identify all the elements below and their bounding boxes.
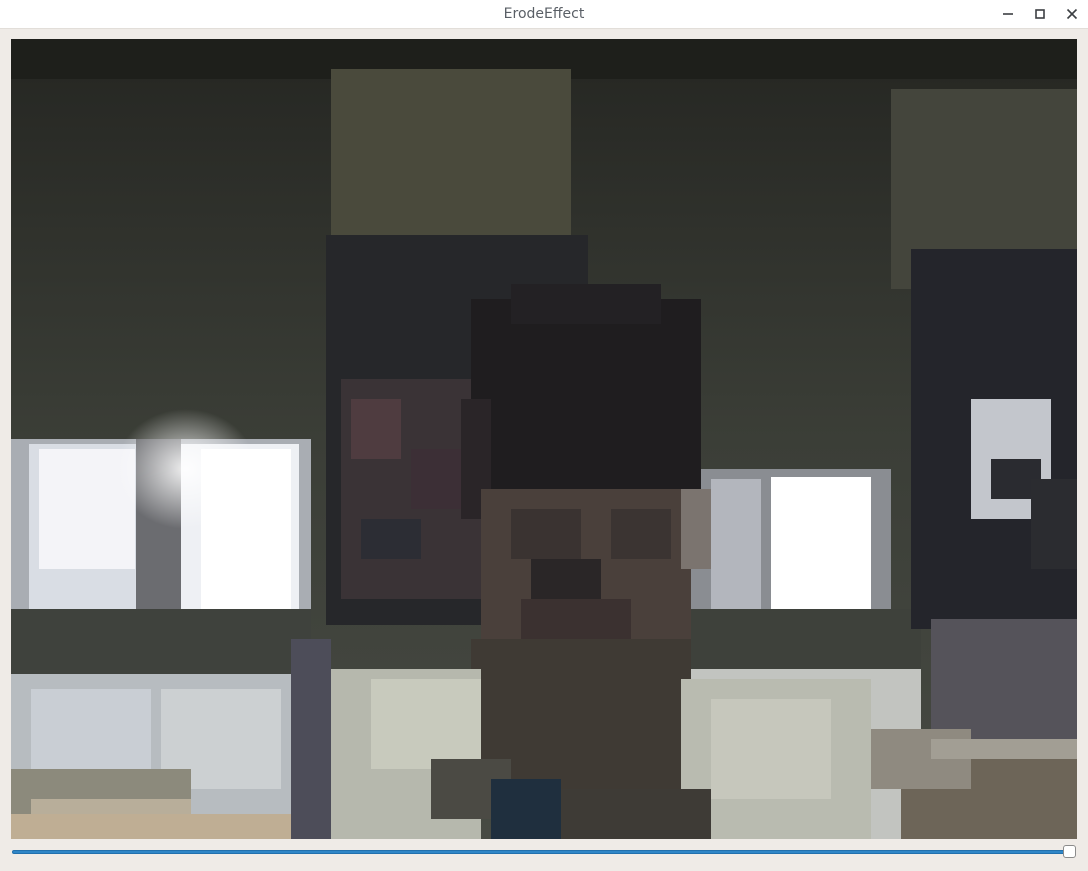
app-window: ErodeEffect	[0, 0, 1088, 871]
close-icon	[1066, 8, 1078, 20]
effect-slider[interactable]	[11, 843, 1077, 861]
maximize-button[interactable]	[1029, 4, 1051, 24]
video-frame	[11, 39, 1077, 839]
slider-track	[12, 850, 1069, 854]
close-button[interactable]	[1061, 4, 1083, 24]
eroded-camera-image	[11, 39, 1077, 839]
titlebar[interactable]: ErodeEffect	[0, 0, 1088, 29]
maximize-icon	[1035, 9, 1045, 19]
minimize-icon	[1003, 13, 1013, 15]
window-title: ErodeEffect	[503, 6, 585, 22]
slider-handle[interactable]	[1063, 845, 1076, 858]
minimize-button[interactable]	[997, 4, 1019, 24]
